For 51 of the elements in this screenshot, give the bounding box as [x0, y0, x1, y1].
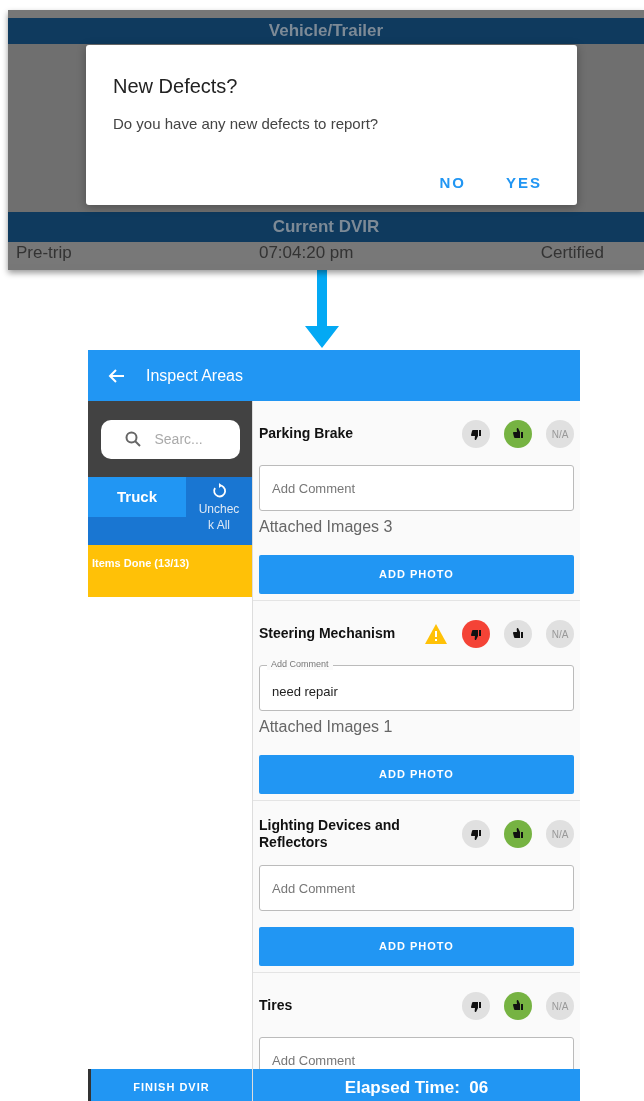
na-button[interactable]: N/A	[546, 992, 574, 1020]
item-name: Tires	[259, 997, 294, 1015]
table-cell: 07:04:20 pm	[258, 242, 354, 264]
add-photo-button[interactable]: ADD PHOTO	[259, 555, 574, 594]
item-name: Parking Brake	[259, 425, 355, 443]
thumbs-down-button[interactable]	[462, 620, 490, 648]
dialog-button[interactable]: YES	[498, 167, 550, 198]
item-name: Steering Mechanism	[259, 625, 397, 643]
thumbs-down-icon	[470, 828, 482, 840]
progress-label: Items Done (13/13)	[88, 545, 252, 597]
thumbs-up-icon	[512, 628, 524, 640]
thumbs-down-button[interactable]	[462, 992, 490, 1020]
attached-images-label: Attached Images 3	[259, 517, 394, 537]
attached-images-label: Attached Images 1	[259, 717, 394, 737]
section-header: Current DVIR	[8, 212, 644, 242]
tab[interactable]: Truck	[88, 477, 186, 517]
comment-field[interactable]: Add Comment	[259, 1037, 574, 1069]
thumbs-down-icon	[470, 428, 482, 440]
thumbs-up-button[interactable]	[504, 620, 532, 648]
add-photo-button[interactable]: ADD PHOTO	[259, 755, 574, 794]
header-bar: Vehicle/Trailer	[8, 18, 644, 44]
elapsed-time-bar: Elapsed Time: 06	[252, 1069, 580, 1101]
thumbs-up-icon	[512, 828, 524, 840]
thumbs-up-button[interactable]	[504, 820, 532, 848]
thumbs-up-button[interactable]	[504, 420, 532, 448]
table-cell: Pre-trip	[16, 242, 72, 264]
search-field[interactable]: Searc...	[100, 419, 240, 459]
na-button[interactable]: N/A	[546, 420, 574, 448]
comment-field[interactable]: Add Comment	[259, 465, 574, 511]
thumbs-down-button[interactable]	[462, 820, 490, 848]
field-label: Add Comment	[267, 658, 333, 670]
thumbs-down-icon	[470, 628, 482, 640]
table-cell: Certified	[540, 242, 604, 264]
dialog-message: Do you have any new defects to report?	[113, 114, 380, 134]
thumbs-up-icon	[512, 1000, 524, 1012]
thumbs-down-button[interactable]	[462, 420, 490, 448]
search-icon	[124, 431, 141, 447]
item-name: Lighting Devices and Reflectors	[259, 816, 401, 852]
add-photo-button[interactable]: ADD PHOTO	[259, 927, 574, 966]
thumbs-up-icon	[512, 428, 524, 440]
refresh-icon	[211, 483, 227, 499]
back-arrow-icon[interactable]	[108, 366, 126, 385]
thumbs-down-icon	[470, 1000, 482, 1012]
dialog-button[interactable]: NO	[431, 167, 474, 198]
finish-dvir-button[interactable]: FINISH DVIR	[88, 1069, 252, 1101]
comment-field[interactable]: Add Comment	[259, 865, 574, 911]
na-button[interactable]: N/A	[546, 820, 574, 848]
na-button[interactable]: N/A	[546, 620, 574, 648]
thumbs-up-button[interactable]	[504, 992, 532, 1020]
screen-title: Inspect Areas	[146, 365, 243, 386]
dialog-title: New Defects?	[113, 74, 239, 99]
